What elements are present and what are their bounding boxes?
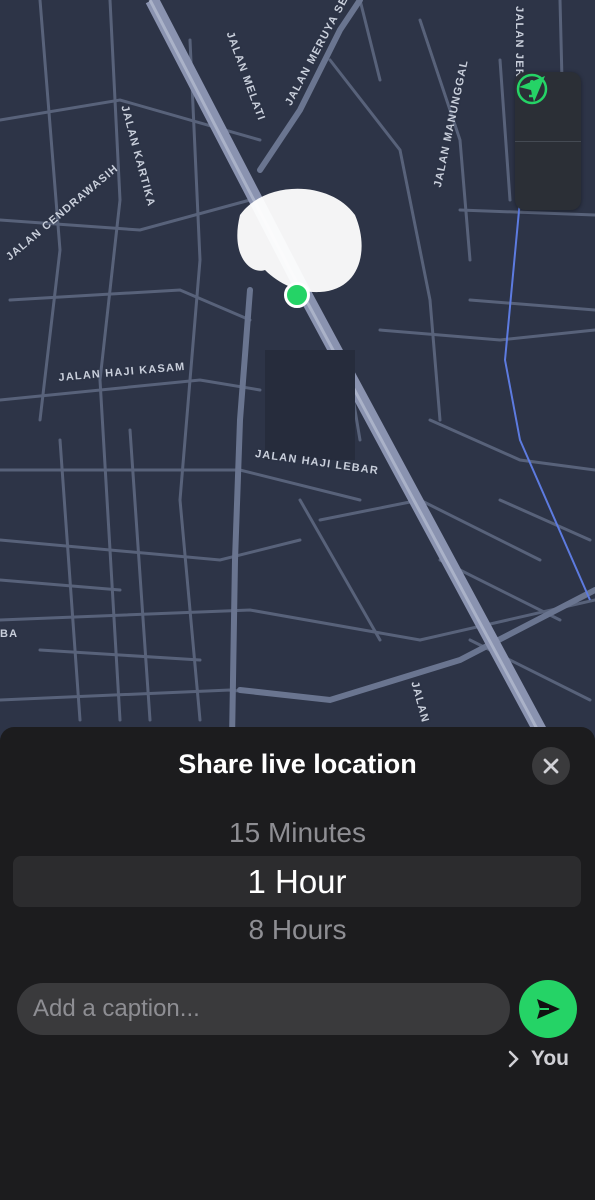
duration-option-15-minutes[interactable]: 15 Minutes	[0, 817, 595, 849]
recipient-selector[interactable]: You	[507, 1047, 569, 1071]
map-view[interactable]: JALAN MERUYA SELA JALAN MELATI JALAN JER…	[0, 0, 595, 740]
recenter-button[interactable]	[515, 76, 581, 211]
recipient-label: You	[530, 1047, 569, 1070]
send-icon	[537, 999, 560, 1019]
duration-option-8-hours[interactable]: 8 Hours	[0, 914, 595, 946]
close-icon	[543, 758, 559, 774]
caption-input[interactable]	[17, 983, 510, 1035]
share-live-location-sheet: Share live location 15 Minutes 1 Hour 8 …	[0, 727, 595, 1200]
chevron-right-icon	[508, 1050, 519, 1068]
sheet-title: Share live location	[178, 749, 417, 779]
send-button[interactable]	[519, 980, 577, 1038]
map-controls	[515, 72, 581, 210]
street-label: BA	[0, 628, 19, 640]
close-button[interactable]	[532, 747, 570, 785]
street-label: JALAN JER	[513, 6, 525, 78]
navigation-arrow-icon	[519, 76, 545, 102]
duration-option-selected[interactable]: 1 Hour	[13, 856, 581, 907]
location-pin	[284, 282, 310, 308]
duration-selected-label: 1 Hour	[247, 863, 347, 900]
